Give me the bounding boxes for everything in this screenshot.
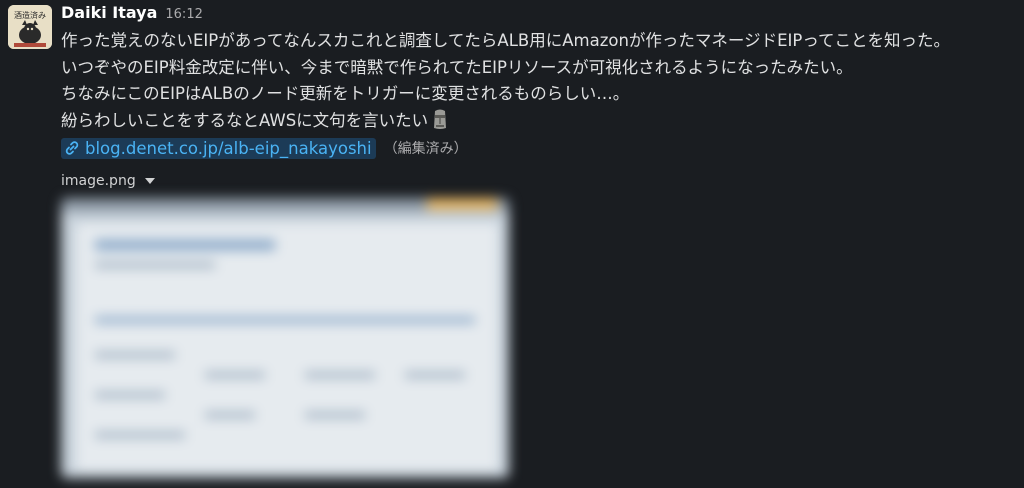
link-row: blog.denet.co.jp/alb-eip_nakayoshi （編集済み…	[61, 134, 1016, 162]
link-icon	[63, 139, 81, 157]
message-line-3: ちなみにこのEIPはALBのノード更新をトリガーに変更されるものらしい…。	[61, 84, 630, 103]
message-line-2: いつぞやのEIP料金改定に伴い、今まで暗黙で作られてたEIPリソースが可視化され…	[61, 57, 853, 77]
avatar[interactable]: 酒造済み	[8, 5, 52, 49]
caret-down-icon[interactable]	[144, 178, 155, 184]
message-line-4: 紛らわしいことをするなとAWSに文句を言いたい	[61, 110, 429, 130]
message: 酒造済み Daiki Itaya 16:12 作った覚えのないEIPがあってなん…	[0, 0, 1024, 488]
avatar-text: 酒造済み	[14, 10, 46, 20]
timestamp[interactable]: 16:12	[165, 7, 202, 22]
edited-label: （編集済み）	[383, 141, 468, 157]
author-name[interactable]: Daiki Itaya	[61, 3, 157, 22]
image-attachment[interactable]	[61, 198, 509, 478]
moai-icon	[430, 108, 450, 130]
avatar-image: 酒造済み	[8, 5, 52, 49]
message-header: Daiki Itaya 16:12	[61, 0, 1016, 28]
message-line-1: 作った覚えのないEIPがあってなんスカこれと調査してたらALB用にAmazonが…	[61, 31, 950, 50]
message-content: Daiki Itaya 16:12 作った覚えのないEIPがあってなんスカこれと…	[61, 0, 1016, 478]
blog-link-text[interactable]: blog.denet.co.jp/alb-eip_nakayoshi	[85, 139, 372, 158]
blog-link[interactable]: blog.denet.co.jp/alb-eip_nakayoshi	[61, 137, 376, 159]
attachment-filename[interactable]: image.png	[61, 173, 136, 189]
message-line-4-wrap: 紛らわしいことをするなとAWSに文句を言いたい	[61, 108, 1016, 135]
attachment-header[interactable]: image.png	[61, 171, 1016, 191]
